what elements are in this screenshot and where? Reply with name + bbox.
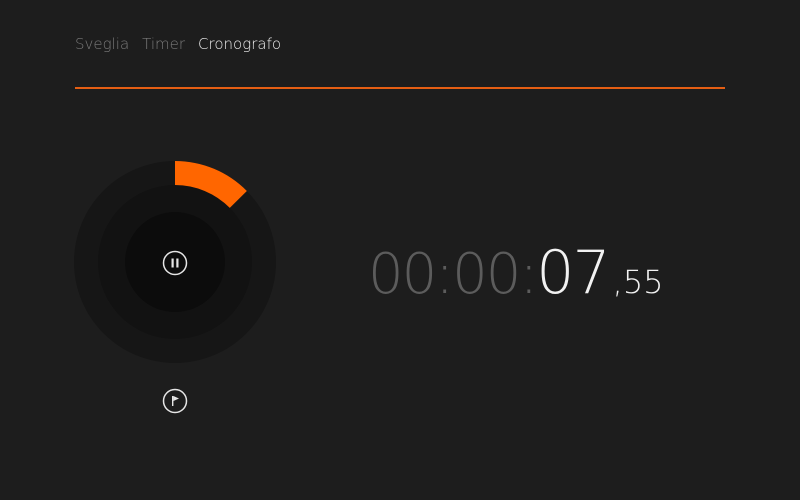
time-minutes: 00 <box>452 242 521 307</box>
time-separator-1: : <box>435 242 454 307</box>
lap-button[interactable] <box>162 388 188 414</box>
tab-underline <box>75 87 725 89</box>
tab-timer[interactable]: Timer <box>142 34 185 54</box>
tab-cronografo[interactable]: Cronografo <box>198 34 281 54</box>
time-separator-2: : <box>519 242 538 307</box>
pause-icon <box>162 250 188 276</box>
time-fraction: ,55 <box>612 263 664 301</box>
pause-button[interactable] <box>162 250 188 276</box>
time-hours: 00 <box>368 242 437 307</box>
time-seconds: 07 <box>536 238 610 308</box>
flag-icon <box>162 388 188 414</box>
tab-sveglia[interactable]: Sveglia <box>75 34 129 54</box>
tab-bar: Sveglia Timer Cronografo <box>75 34 281 54</box>
elapsed-time: 00:00:07,55 <box>368 238 664 318</box>
